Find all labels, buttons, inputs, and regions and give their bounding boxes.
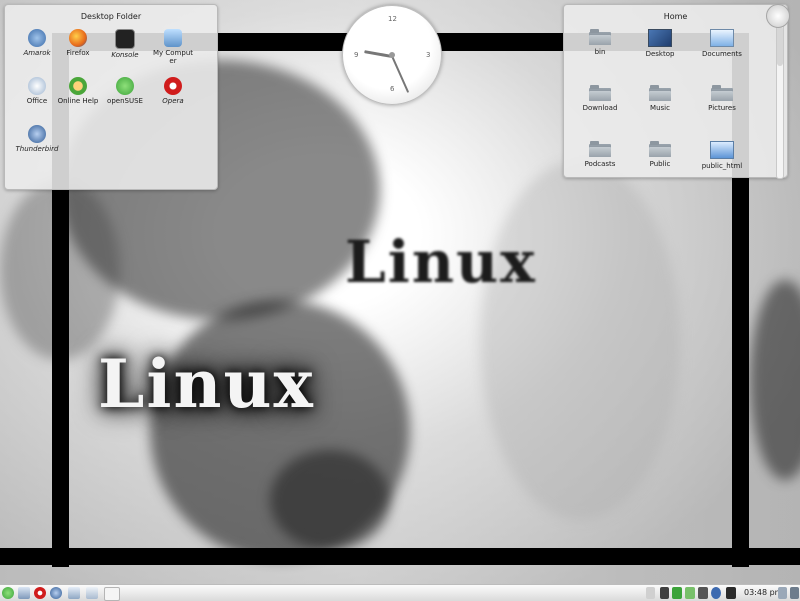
desktop-folder-icon bbox=[648, 29, 672, 47]
home-item-label: Pictures bbox=[708, 104, 736, 112]
desktop-icon-label: Thunderbird bbox=[15, 145, 59, 153]
desktop-icon-label: Konsole bbox=[111, 51, 139, 59]
home-item-documents[interactable]: Documents bbox=[696, 29, 748, 58]
help-icon bbox=[69, 77, 87, 95]
home-item-download[interactable]: Download bbox=[576, 85, 624, 112]
monitor-icon[interactable] bbox=[660, 587, 669, 599]
home-folder-panel[interactable]: Home bin Desktop Documents Download Musi… bbox=[563, 4, 788, 179]
desktop-icon-opera[interactable]: Opera bbox=[151, 77, 195, 105]
desktop-icon-label: My Computer bbox=[152, 49, 194, 65]
desktop-icon-office[interactable]: Office bbox=[15, 77, 59, 105]
smoke-shape bbox=[480, 160, 680, 520]
documents-folder-icon bbox=[710, 29, 734, 47]
desktop-icon-thunderbird[interactable]: Thunderbird bbox=[15, 125, 59, 153]
thunderbird-icon[interactable] bbox=[50, 587, 62, 599]
desktop-icon-label: Office bbox=[26, 97, 48, 105]
office-icon bbox=[28, 77, 46, 95]
computer-icon bbox=[164, 29, 182, 47]
desktop-folder-panel[interactable]: Desktop Folder Amarok Firefox Konsole My… bbox=[4, 4, 218, 190]
clipboard-icon[interactable] bbox=[646, 587, 655, 599]
home-item-podcasts[interactable]: Podcasts bbox=[576, 141, 624, 168]
frame-bar-bottom bbox=[0, 548, 800, 565]
desktop-icon-amarok[interactable]: Amarok bbox=[15, 29, 59, 57]
desktop-icon-label: Online Help bbox=[57, 97, 99, 105]
home-item-label: Music bbox=[650, 104, 670, 112]
wallpaper-linux-text-big: Linux bbox=[98, 345, 315, 423]
network-icon[interactable] bbox=[672, 587, 682, 599]
volume-icon[interactable] bbox=[711, 587, 721, 599]
desktop-icon-label: Firefox bbox=[66, 49, 90, 57]
home-item-pictures[interactable]: Pictures bbox=[696, 85, 748, 112]
home-item-label: Public bbox=[649, 160, 671, 168]
home-item-public-html[interactable]: public_html bbox=[696, 141, 748, 170]
taskbar-panel: 03:48 pm bbox=[0, 584, 800, 601]
home-item-label: Desktop bbox=[645, 50, 675, 58]
opensuse-launcher-icon[interactable] bbox=[2, 587, 14, 599]
file-manager-icon[interactable] bbox=[18, 587, 30, 599]
wifi-icon[interactable] bbox=[778, 587, 787, 599]
clock-number-12: 12 bbox=[388, 15, 397, 23]
analog-clock-widget[interactable]: 12 3 6 9 bbox=[342, 5, 442, 105]
folder-icon bbox=[589, 141, 611, 157]
desktop-icon-label: openSUSE bbox=[107, 97, 143, 105]
opensuse-icon bbox=[116, 77, 134, 95]
smoke-shape bbox=[750, 280, 800, 480]
home-item-desktop[interactable]: Desktop bbox=[636, 29, 684, 58]
scrollbar-thumb[interactable] bbox=[777, 26, 783, 66]
opera-icon[interactable] bbox=[34, 587, 46, 599]
home-item-label: public_html bbox=[701, 162, 743, 170]
home-panel-scrollbar[interactable] bbox=[776, 23, 784, 179]
desktop-toolbox-icon[interactable] bbox=[766, 4, 790, 28]
desktop-icon-online-help[interactable]: Online Help bbox=[56, 77, 100, 105]
kde-info-icon[interactable] bbox=[726, 587, 736, 599]
folder-icon bbox=[649, 85, 671, 101]
home-item-label: bin bbox=[594, 48, 606, 56]
desktop-icon-label: Opera bbox=[162, 97, 184, 105]
clock-number-9: 9 bbox=[354, 51, 359, 59]
desktop-icon-konsole[interactable]: Konsole bbox=[103, 29, 147, 59]
folder-icon bbox=[589, 85, 611, 101]
clock-center-cap bbox=[389, 52, 395, 58]
clock-number-3: 3 bbox=[426, 51, 431, 59]
package-updater-icon[interactable] bbox=[685, 587, 695, 599]
konsole-icon bbox=[115, 29, 135, 49]
home-item-public[interactable]: Public bbox=[636, 141, 684, 168]
desktop-icon-firefox[interactable]: Firefox bbox=[56, 29, 100, 57]
folder-icon bbox=[649, 141, 671, 157]
amarok-icon bbox=[28, 29, 46, 47]
desktop-icon-opensuse[interactable]: openSUSE bbox=[103, 77, 147, 105]
desktop-folder-title: Desktop Folder bbox=[80, 12, 142, 21]
home-item-music[interactable]: Music bbox=[636, 85, 684, 112]
folder-icon bbox=[711, 85, 733, 101]
opera-icon bbox=[164, 77, 182, 95]
window-list-icon[interactable] bbox=[790, 587, 799, 599]
clock-number-6: 6 bbox=[390, 85, 395, 93]
pager-icon[interactable] bbox=[86, 587, 98, 599]
desktop-icon-my-computer[interactable]: My Computer bbox=[151, 29, 195, 65]
public-html-folder-icon bbox=[710, 141, 734, 159]
smoke-shape bbox=[270, 450, 390, 550]
firefox-icon bbox=[69, 29, 87, 47]
printer-icon[interactable] bbox=[698, 587, 708, 599]
home-item-label: Podcasts bbox=[584, 160, 616, 168]
home-item-label: Download bbox=[582, 104, 618, 112]
home-item-bin[interactable]: bin bbox=[576, 29, 624, 56]
home-item-label: Documents bbox=[702, 50, 742, 58]
folder-icon bbox=[589, 29, 611, 45]
wallpaper-linux-text-small: Linux bbox=[345, 228, 537, 296]
pager-icon[interactable] bbox=[104, 587, 120, 601]
desktop-icon-label: Amarok bbox=[23, 49, 51, 57]
desktop-icon[interactable] bbox=[68, 587, 80, 599]
taskbar-clock[interactable]: 03:48 pm bbox=[744, 588, 782, 597]
thunderbird-icon bbox=[28, 125, 46, 143]
home-panel-title: Home bbox=[663, 12, 688, 21]
